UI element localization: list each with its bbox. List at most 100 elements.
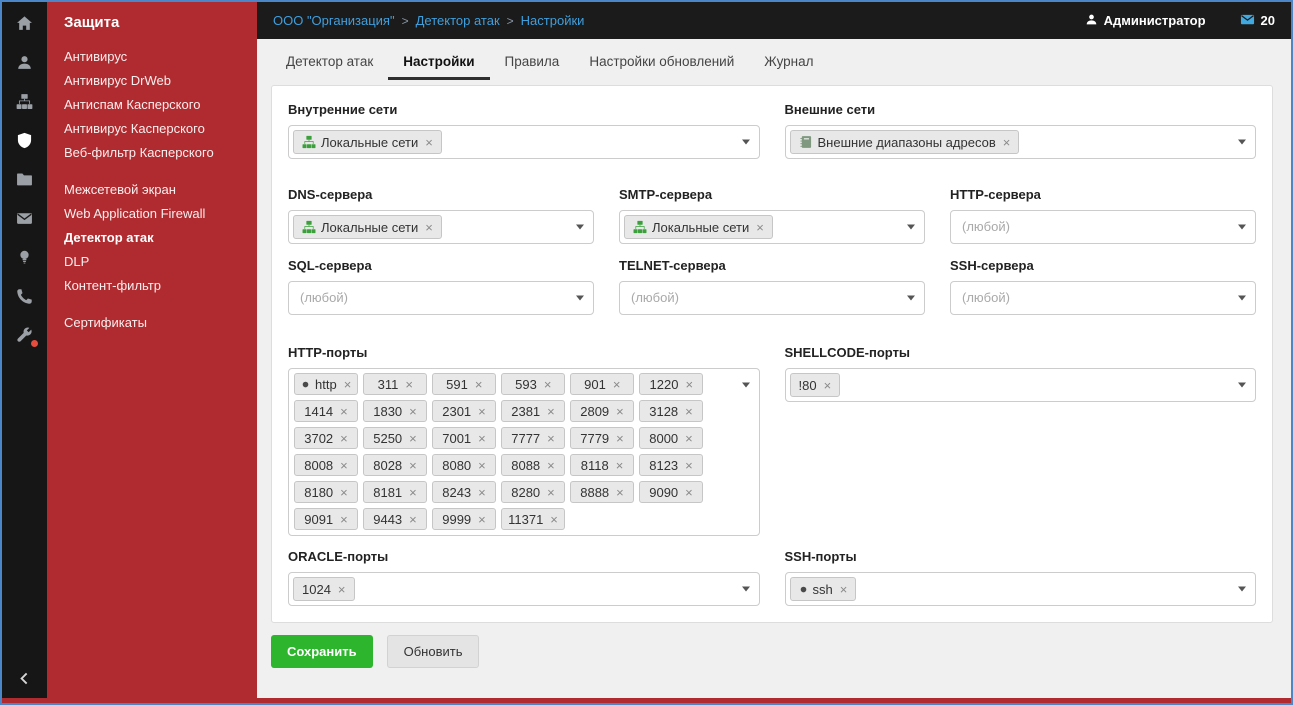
dropdown-caret-icon[interactable] (1238, 586, 1246, 592)
remove-tag-icon[interactable]: × (685, 378, 693, 391)
remove-tag-icon[interactable]: × (340, 459, 348, 472)
sidebar-item-antispam-kaspersky[interactable]: Антиспам Касперского (64, 93, 249, 117)
remove-tag-icon[interactable]: × (478, 405, 486, 418)
iconbar-item-users[interactable] (2, 43, 47, 82)
dropdown-caret-icon[interactable] (741, 382, 750, 388)
remove-tag-icon[interactable]: × (616, 405, 624, 418)
sidebar-collapse-button[interactable] (2, 665, 47, 691)
remove-tag-icon[interactable]: × (756, 221, 764, 234)
dropdown-caret-icon[interactable] (1238, 382, 1246, 388)
dropdown-caret-icon[interactable] (576, 295, 584, 301)
remove-tag-icon[interactable]: × (405, 378, 413, 391)
user-menu[interactable]: Администратор (1085, 13, 1206, 29)
remove-tag-icon[interactable]: × (616, 432, 624, 445)
messages-indicator[interactable]: 20 (1240, 12, 1275, 30)
multiselect-external-networks[interactable]: Внешние диапазоны адресов × (784, 125, 1256, 159)
multiselect-internal-networks[interactable]: Локальные сети × (288, 125, 760, 159)
remove-tag-icon[interactable]: × (409, 459, 417, 472)
remove-tag-icon[interactable]: × (478, 459, 486, 472)
sidebar-item-content-filter[interactable]: Контент-фильтр (64, 274, 249, 298)
dropdown-caret-icon[interactable] (907, 224, 915, 230)
dropdown-caret-icon[interactable] (741, 586, 750, 592)
tab-rules[interactable]: Правила (490, 43, 575, 80)
sidebar-item-antivirus[interactable]: Антивирус (64, 45, 249, 69)
sidebar-item-webfilter-kaspersky[interactable]: Веб-фильтр Касперского (64, 141, 249, 165)
remove-tag-icon[interactable]: × (824, 379, 832, 392)
sidebar-item-waf[interactable]: Web Application Firewall (64, 202, 249, 226)
remove-tag-icon[interactable]: × (840, 583, 848, 596)
remove-tag-icon[interactable]: × (685, 405, 693, 418)
sidebar-item-certificates[interactable]: Сертификаты (64, 311, 249, 335)
remove-tag-icon[interactable]: × (613, 378, 621, 391)
multiselect-ssh-servers[interactable]: (любой) (950, 281, 1256, 315)
iconbar-item-network[interactable] (2, 82, 47, 121)
multiselect-dns-servers[interactable]: Локальные сети × (288, 210, 594, 244)
sidebar-item-firewall[interactable]: Межсетевой экран (64, 178, 249, 202)
remove-tag-icon[interactable]: × (478, 513, 486, 526)
sidebar-item-antivirus-drweb[interactable]: Антивирус DrWeb (64, 69, 249, 93)
sidebar-item-antivirus-kaspersky[interactable]: Антивирус Касперского (64, 117, 249, 141)
remove-tag-icon[interactable]: × (685, 432, 693, 445)
iconbar-item-services[interactable] (2, 316, 47, 355)
dropdown-caret-icon[interactable] (1238, 224, 1246, 230)
remove-tag-icon[interactable]: × (340, 405, 348, 418)
remove-tag-icon[interactable]: × (409, 513, 417, 526)
remove-tag-icon[interactable]: × (340, 513, 348, 526)
breadcrumb-link[interactable]: Детектор атак (416, 13, 500, 28)
iconbar-item-home[interactable] (2, 4, 47, 43)
tab-attack-detector[interactable]: Детектор атак (271, 43, 388, 80)
remove-tag-icon[interactable]: × (616, 459, 624, 472)
dropdown-caret-icon[interactable] (741, 139, 750, 145)
remove-tag-icon[interactable]: × (409, 432, 417, 445)
breadcrumb-link[interactable]: Настройки (521, 13, 585, 28)
field-label-oracle-ports: ORACLE-порты (288, 549, 389, 564)
remove-tag-icon[interactable]: × (425, 221, 433, 234)
remove-tag-icon[interactable]: × (340, 486, 348, 499)
remove-tag-icon[interactable]: × (547, 486, 555, 499)
dropdown-caret-icon[interactable] (1238, 139, 1246, 145)
remove-tag-icon[interactable]: × (547, 432, 555, 445)
remove-tag-icon[interactable]: × (547, 405, 555, 418)
tab-update-settings[interactable]: Настройки обновлений (574, 43, 749, 80)
dropdown-caret-icon[interactable] (907, 295, 915, 301)
remove-tag-icon[interactable]: × (547, 459, 555, 472)
remove-tag-icon[interactable]: × (616, 486, 624, 499)
multiselect-shellcode-ports[interactable]: !80 × (784, 368, 1256, 402)
remove-tag-icon[interactable]: × (478, 432, 486, 445)
multiselect-ssh-ports[interactable]: ssh × (784, 572, 1256, 606)
breadcrumb-link[interactable]: ООО "Организация" (273, 13, 395, 28)
iconbar-item-telephony[interactable] (2, 277, 47, 316)
remove-tag-icon[interactable]: × (1003, 136, 1011, 149)
remove-tag-icon[interactable]: × (475, 378, 483, 391)
refresh-button[interactable]: Обновить (386, 635, 480, 668)
remove-tag-icon[interactable]: × (550, 513, 558, 526)
dropdown-caret-icon[interactable] (576, 224, 584, 230)
remove-tag-icon[interactable]: × (409, 405, 417, 418)
tag: 8088 × (501, 454, 565, 476)
remove-tag-icon[interactable]: × (478, 486, 486, 499)
multiselect-sql-servers[interactable]: (любой) (288, 281, 594, 315)
tab-settings[interactable]: Настройки (388, 43, 490, 80)
multiselect-telnet-servers[interactable]: (любой) (619, 281, 925, 315)
remove-tag-icon[interactable]: × (685, 486, 693, 499)
tab-journal[interactable]: Журнал (749, 43, 828, 80)
dropdown-caret-icon[interactable] (1238, 295, 1246, 301)
sidebar-item-dlp[interactable]: DLP (64, 250, 249, 274)
save-button[interactable]: Сохранить (271, 635, 373, 668)
remove-tag-icon[interactable]: × (544, 378, 552, 391)
remove-tag-icon[interactable]: × (425, 136, 433, 149)
iconbar-item-mail[interactable] (2, 199, 47, 238)
remove-tag-icon[interactable]: × (340, 432, 348, 445)
multiselect-http-ports[interactable]: http × 311 × 591 × 593 × 901 × 1220 × 1414 × 1830 × 2301… (288, 368, 760, 536)
iconbar-item-protection[interactable] (2, 121, 47, 160)
sidebar-item-attack-detector[interactable]: Детектор атак (64, 226, 249, 250)
multiselect-oracle-ports[interactable]: 1024 × (288, 572, 760, 606)
iconbar-item-files[interactable] (2, 160, 47, 199)
remove-tag-icon[interactable]: × (685, 459, 693, 472)
multiselect-smtp-servers[interactable]: Локальные сети × (619, 210, 925, 244)
remove-tag-icon[interactable]: × (409, 486, 417, 499)
remove-tag-icon[interactable]: × (338, 583, 346, 596)
multiselect-http-servers[interactable]: (любой) (950, 210, 1256, 244)
remove-tag-icon[interactable]: × (344, 378, 352, 391)
iconbar-item-monitoring[interactable] (2, 238, 47, 277)
